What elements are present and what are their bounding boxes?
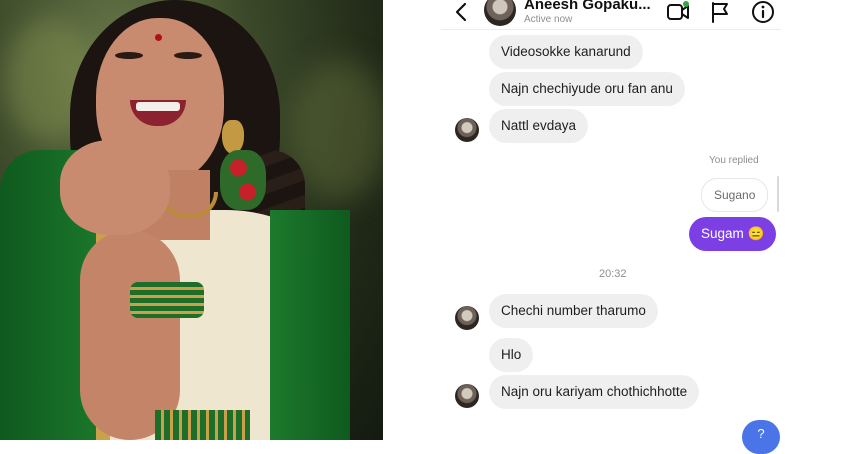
message-bubble-incoming[interactable]: Najn oru kariyam chothichhotte (489, 375, 700, 409)
contact-avatar[interactable] (484, 0, 516, 26)
message-bubble-incoming[interactable]: Hlo (489, 338, 534, 372)
back-icon[interactable] (453, 0, 469, 24)
saree-border (270, 210, 350, 440)
chat-header: Aneesh Gopaku... Active now (383, 0, 845, 28)
sender-avatar[interactable] (455, 118, 479, 142)
message-bubble-outgoing[interactable]: Sugam 😑 (689, 217, 777, 251)
bangles (130, 282, 204, 318)
header-divider (441, 29, 781, 30)
message-bubble-incoming[interactable]: Najn chechiyude oru fan anu (489, 72, 685, 106)
contact-name[interactable]: Aneesh Gopaku... (524, 0, 651, 13)
eye (115, 52, 143, 59)
hair-flowers (220, 150, 266, 210)
reply-label: You replied (709, 155, 759, 166)
chat-panel: Aneesh Gopaku... Active now Videosokke k… (383, 0, 845, 454)
timestamp: 20:32 (599, 268, 627, 280)
contact-status: Active now (524, 14, 573, 25)
message-bubble-incoming[interactable]: Chechi number tharumo (489, 294, 658, 328)
info-icon[interactable] (751, 0, 775, 24)
message-bubble-outgoing[interactable]: ? (742, 420, 780, 454)
bindi (155, 34, 162, 41)
earring (222, 120, 244, 154)
message-bubble-incoming[interactable]: Nattl evdaya (489, 109, 589, 143)
eye (174, 52, 202, 59)
hands (60, 140, 170, 235)
bangles (155, 410, 250, 440)
quote-bar (777, 176, 779, 212)
quoted-message[interactable]: Sugano (701, 178, 769, 212)
sender-avatar[interactable] (455, 306, 479, 330)
profile-photo (0, 0, 383, 440)
sender-avatar[interactable] (455, 384, 479, 408)
message-bubble-incoming[interactable]: Videosokke kanarund (489, 35, 643, 69)
video-call-icon[interactable] (666, 1, 690, 23)
flag-icon[interactable] (710, 1, 730, 23)
arm (80, 230, 180, 440)
